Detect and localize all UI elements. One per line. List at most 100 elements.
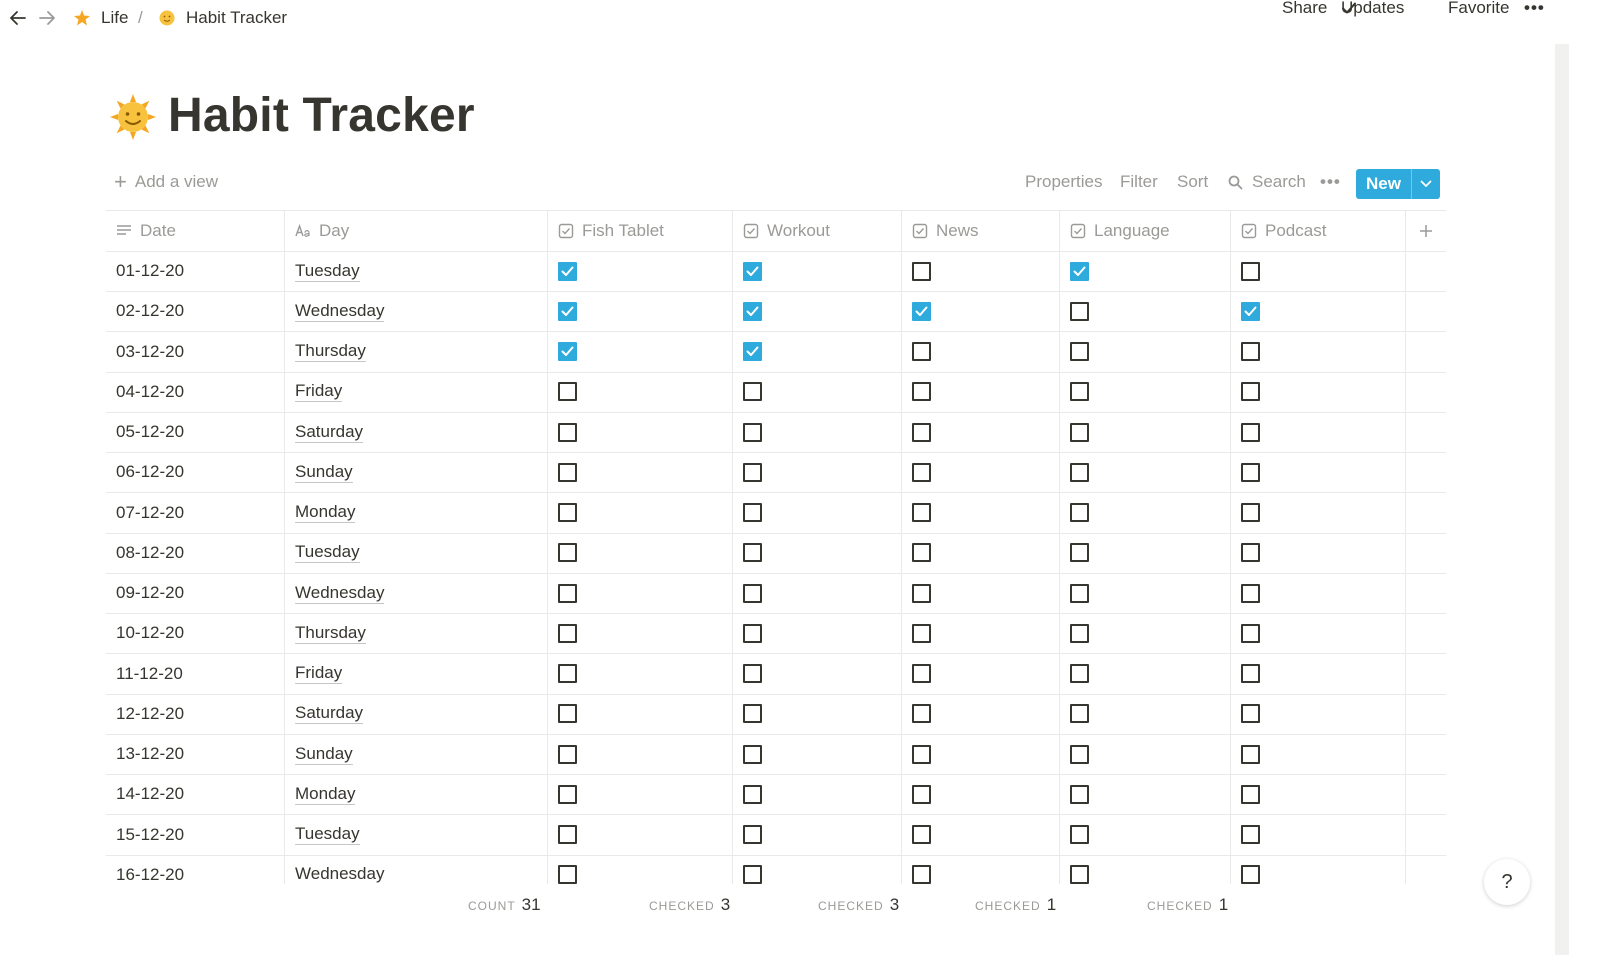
checkbox[interactable]	[912, 422, 931, 442]
checkbox[interactable]	[1241, 865, 1260, 884]
checkbox[interactable]	[558, 583, 577, 603]
checkbox[interactable]	[743, 865, 762, 884]
checkbox[interactable]	[1241, 382, 1260, 402]
add-property-button[interactable]	[1406, 211, 1446, 251]
checkbox[interactable]	[912, 301, 931, 321]
help-button[interactable]: ?	[1484, 859, 1530, 905]
forward-arrow-icon[interactable]	[37, 8, 57, 28]
column-header-language[interactable]: Language	[1060, 211, 1231, 251]
column-header-date[interactable]: Date	[106, 211, 285, 251]
aggregate-fish-tablet-checked[interactable]: CHECKED 3	[649, 895, 730, 915]
checkbox[interactable]	[1070, 261, 1089, 281]
date-cell[interactable]: 08-12-20	[106, 532, 285, 573]
checkbox[interactable]	[743, 382, 762, 402]
checkbox[interactable]	[912, 261, 931, 281]
checkbox[interactable]	[1241, 342, 1260, 361]
date-cell[interactable]: 11-12-20	[106, 653, 285, 694]
filter-button[interactable]: Filter	[1120, 172, 1158, 192]
date-cell[interactable]: 02-12-20	[106, 291, 285, 332]
checkbox[interactable]	[1070, 543, 1089, 563]
day-cell[interactable]: Wednesday	[285, 854, 548, 884]
day-cell[interactable]: Friday	[285, 371, 548, 412]
checkbox[interactable]	[743, 583, 762, 603]
table-row[interactable]: 04-12-20 Friday	[106, 371, 1446, 413]
date-cell[interactable]: 16-12-20	[106, 854, 285, 884]
date-cell[interactable]: 07-12-20	[106, 492, 285, 533]
date-cell[interactable]: 05-12-20	[106, 412, 285, 452]
checkbox[interactable]	[912, 825, 931, 844]
date-cell[interactable]: 10-12-20	[106, 613, 285, 654]
day-value[interactable]: Tuesday	[295, 542, 360, 564]
view-more-button[interactable]: •••	[1320, 172, 1341, 192]
table-row[interactable]: 10-12-20 Thursday	[106, 613, 1446, 655]
day-value[interactable]: Sunday	[295, 462, 353, 483]
date-cell[interactable]: 12-12-20	[106, 693, 285, 734]
day-value[interactable]: Sunday	[295, 744, 353, 765]
day-cell[interactable]: Wednesday	[285, 291, 548, 332]
checkbox[interactable]	[1241, 543, 1260, 563]
table-row[interactable]: 08-12-20 Tuesday	[106, 532, 1446, 574]
day-value[interactable]: Wednesday	[295, 583, 385, 604]
checkbox[interactable]	[1070, 704, 1089, 724]
date-cell[interactable]: 15-12-20	[106, 814, 285, 855]
table-row[interactable]: 01-12-20 Tuesday	[106, 251, 1446, 292]
table-row[interactable]: 16-12-20 Wednesday	[106, 854, 1446, 884]
checkbox[interactable]	[743, 462, 762, 482]
column-header-fish-tablet[interactable]: Fish Tablet	[548, 211, 733, 251]
more-options-button[interactable]: •••	[1524, 0, 1545, 18]
day-cell[interactable]: Sunday	[285, 452, 548, 493]
day-cell[interactable]: Thursday	[285, 613, 548, 654]
day-cell[interactable]: Tuesday	[285, 814, 548, 855]
table-row[interactable]: 15-12-20 Tuesday	[106, 814, 1446, 856]
checkbox[interactable]	[743, 825, 762, 844]
checkbox[interactable]	[558, 261, 577, 281]
sun-face-icon[interactable]	[110, 94, 156, 140]
checkbox[interactable]	[1241, 744, 1260, 764]
checkbox[interactable]	[743, 704, 762, 724]
checkbox[interactable]	[1241, 422, 1260, 442]
checkbox[interactable]	[1070, 462, 1089, 482]
checkbox[interactable]	[912, 503, 931, 522]
day-value[interactable]: Saturday	[295, 703, 364, 725]
checkbox[interactable]	[558, 664, 577, 683]
day-cell[interactable]: Monday	[285, 492, 548, 533]
updates-button[interactable]: Updates	[1341, 0, 1404, 17]
checkbox[interactable]	[1241, 301, 1260, 321]
day-value[interactable]: Wednesday	[295, 301, 385, 322]
breadcrumb-item-life[interactable]: Life	[73, 8, 128, 28]
checkbox[interactable]	[558, 623, 577, 643]
checkbox[interactable]	[558, 342, 577, 361]
checkbox[interactable]	[743, 744, 762, 764]
date-cell[interactable]: 03-12-20	[106, 331, 285, 372]
checkbox[interactable]	[558, 704, 577, 724]
properties-button[interactable]: Properties	[1025, 172, 1102, 192]
table-row[interactable]: 13-12-20 Sunday	[106, 734, 1446, 775]
checkbox[interactable]	[912, 704, 931, 724]
date-cell[interactable]: 01-12-20	[106, 251, 285, 291]
checkbox[interactable]	[743, 342, 762, 361]
checkbox[interactable]	[912, 744, 931, 764]
checkbox[interactable]	[743, 543, 762, 563]
day-value[interactable]: Thursday	[295, 623, 366, 644]
column-header-podcast[interactable]: Podcast	[1231, 211, 1406, 251]
checkbox[interactable]	[912, 342, 931, 361]
column-header-workout[interactable]: Workout	[733, 211, 902, 251]
checkbox[interactable]	[912, 865, 931, 884]
checkbox[interactable]	[743, 503, 762, 522]
date-cell[interactable]: 09-12-20	[106, 573, 285, 613]
checkbox[interactable]	[1070, 744, 1089, 764]
day-value[interactable]: Wednesday	[295, 864, 384, 884]
checkbox[interactable]	[1241, 462, 1260, 482]
day-cell[interactable]: Monday	[285, 774, 548, 815]
checkbox[interactable]	[558, 744, 577, 764]
checkbox[interactable]	[1070, 865, 1089, 884]
aggregate-news-checked[interactable]: CHECKED 1	[975, 895, 1056, 915]
checkbox[interactable]	[558, 301, 577, 321]
checkbox[interactable]	[912, 664, 931, 683]
checkbox[interactable]	[743, 301, 762, 321]
checkbox[interactable]	[1070, 382, 1089, 402]
checkbox[interactable]	[1070, 825, 1089, 844]
checkbox[interactable]	[912, 784, 931, 804]
checkbox[interactable]	[1241, 825, 1260, 844]
checkbox[interactable]	[1241, 784, 1260, 804]
